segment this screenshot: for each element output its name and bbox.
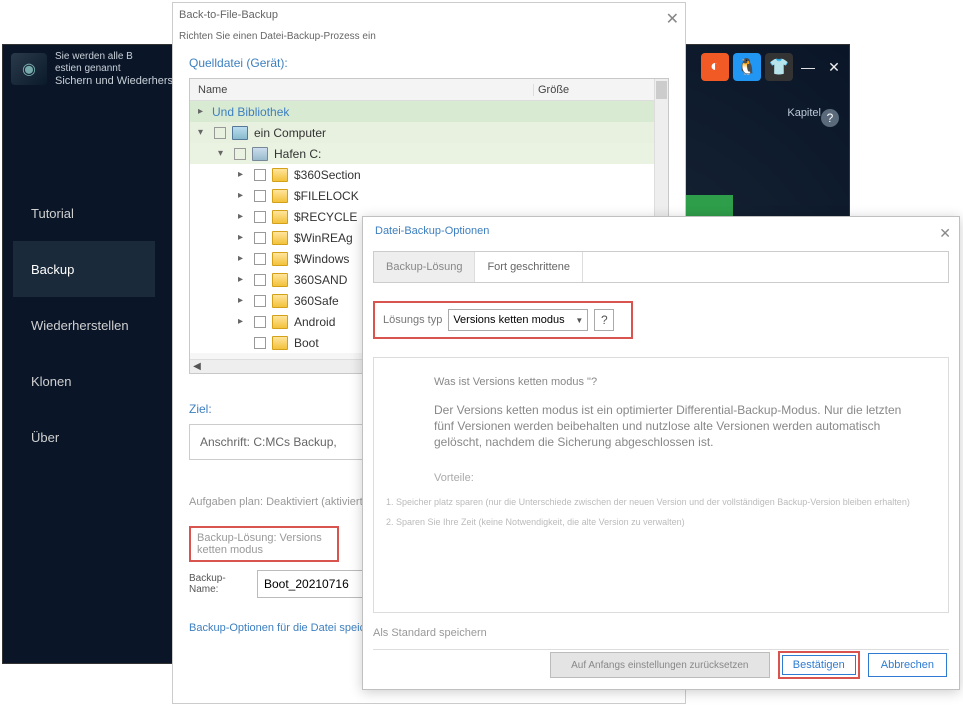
checkbox[interactable] [254,337,266,349]
checkbox[interactable] [254,232,266,244]
tab-advanced[interactable]: Fort geschrittene [475,252,583,282]
chapter-label[interactable]: Kapitel [787,107,821,119]
tree-row-drive-c[interactable]: ▾ Hafen C: [190,143,654,164]
expand-icon[interactable]: ▸ [238,211,252,222]
checkbox[interactable] [254,211,266,223]
sidebar-item-label: Wiederherstellen [31,318,129,333]
expand-icon[interactable]: ▸ [238,274,252,285]
window-minimize-icon[interactable]: — [797,56,819,78]
sidebar-item-label: Über [31,430,59,445]
folder-icon [272,168,288,182]
backup-options-dialog: Datei-Backup-Optionen ✕ Backup-Lösung Fo… [362,216,960,690]
folder-icon [272,210,288,224]
sidebar-item-label: Backup [31,262,74,277]
tree-label: $FILELOCK [294,189,654,203]
backup-solution-text[interactable]: Backup-Lösung: Versions ketten modus [189,526,339,562]
confirm-button-highlight: Bestätigen [778,651,860,679]
tab-bar: Backup-Lösung Fort geschrittene [373,251,949,283]
folder-icon [272,189,288,203]
sidebar-item-label: Klonen [31,374,71,389]
checkbox[interactable] [254,316,266,328]
save-as-default-link[interactable]: Als Standard speichern [373,627,949,639]
sidebar-item-clone[interactable]: Klonen [13,353,155,409]
reset-button[interactable]: Auf Anfangs einstellungen zurücksetzen [550,652,770,678]
checkbox[interactable] [214,127,226,139]
cancel-button[interactable]: Abbrechen [868,653,947,677]
folder-icon [272,315,288,329]
checkbox[interactable] [254,190,266,202]
advantages-label: Vorteile: [434,472,924,484]
expand-icon[interactable]: ▸ [238,169,252,180]
help-button[interactable]: ? [594,309,614,331]
backup-name-label: Backup-Name: [189,573,251,595]
close-icon[interactable]: ✕ [939,225,951,242]
advantage-item-1: 1. Speicher platz sparen (nur die Unters… [386,496,924,508]
close-icon[interactable]: ✕ [666,9,679,29]
tab-backup-solution[interactable]: Backup-Lösung [374,252,475,282]
advantage-item-2: 2. Sparen Sie Ihre Zeit (keine Notwendig… [386,516,924,528]
tree-row-computer[interactable]: ▾ ein Computer [190,122,654,143]
checkbox[interactable] [234,148,246,160]
folder-icon [272,231,288,245]
tree-label: Und Bibliothek [212,105,654,119]
column-name[interactable]: Name [190,84,534,96]
checkbox[interactable] [254,274,266,286]
tree-label: ein Computer [254,126,654,140]
solution-type-label: Lösungs typ [383,314,442,326]
app-tray: ◐ 🐧 👕 — ✕ [701,53,845,81]
sidebar: Tutorial Backup Wiederherstellen Klonen … [13,185,155,465]
computer-icon [232,126,248,140]
help-icon[interactable]: ? [821,109,839,127]
solution-type-row: Lösungs typ Versions ketten modus ? [373,301,633,339]
scroll-left-icon[interactable]: ◀ [190,361,204,372]
expand-icon[interactable]: ▸ [238,253,252,264]
expand-icon[interactable]: ▸ [238,232,252,243]
sidebar-item-about[interactable]: Über [13,409,155,465]
shirt-icon[interactable]: 👕 [765,53,793,81]
folder-icon [272,252,288,266]
expand-icon[interactable]: ▸ [238,316,252,327]
info-description: Der Versions ketten modus ist ein optimi… [434,402,924,450]
confirm-button[interactable]: Bestätigen [782,655,856,675]
drive-icon [252,147,268,161]
tree-header: Name Größe [190,79,668,101]
tree-label: $360Section [294,168,654,182]
dialog-title: Back-to-File-Backup [173,3,293,21]
checkbox[interactable] [254,295,266,307]
tree-row-folder[interactable]: ▸ $360Section [190,164,654,185]
collapse-icon[interactable]: ▾ [198,127,212,138]
dialog-title: Datei-Backup-Optionen [363,217,959,245]
info-panel: Was ist Versions ketten modus "? Der Ver… [373,357,949,613]
scrollbar-thumb[interactable] [656,81,667,99]
dialog-subtitle: Richten Sie einen Datei-Backup-Prozess e… [173,21,685,42]
checkbox[interactable] [254,253,266,265]
tree-row-folder[interactable]: ▸ $FILELOCK [190,185,654,206]
expand-icon[interactable]: ▸ [238,295,252,306]
expand-icon[interactable]: ▸ [238,190,252,201]
sidebar-item-label: Tutorial [31,206,74,221]
sidebar-item-backup[interactable]: Backup [13,241,155,297]
select-value: Versions ketten modus [453,314,564,326]
backup-name-input[interactable] [257,570,377,598]
folder-icon [272,273,288,287]
sidebar-item-restore[interactable]: Wiederherstellen [13,297,155,353]
qq-icon[interactable]: 🐧 [733,53,761,81]
tree-label: Hafen C: [274,147,654,161]
column-size[interactable]: Größe [534,84,668,96]
dialog-buttons: Auf Anfangs einstellungen zurücksetzen B… [375,651,947,679]
divider [373,649,949,650]
info-question: Was ist Versions ketten modus "? [434,376,924,388]
solution-type-select[interactable]: Versions ketten modus [448,309,588,331]
sidebar-item-tutorial[interactable]: Tutorial [13,185,155,241]
folder-icon [272,336,288,350]
collapse-icon[interactable]: ▾ [218,148,232,159]
app-logo-icon: ◉ [11,53,47,85]
expand-icon[interactable]: ▸ [198,106,212,117]
window-close-icon[interactable]: ✕ [823,56,845,78]
source-label: Quelldatei (Gerät): [189,56,669,70]
tree-row-library[interactable]: ▸Und Bibliothek [190,101,654,122]
checkbox[interactable] [254,169,266,181]
weibo-icon[interactable]: ◐ [701,53,729,81]
folder-icon [272,294,288,308]
